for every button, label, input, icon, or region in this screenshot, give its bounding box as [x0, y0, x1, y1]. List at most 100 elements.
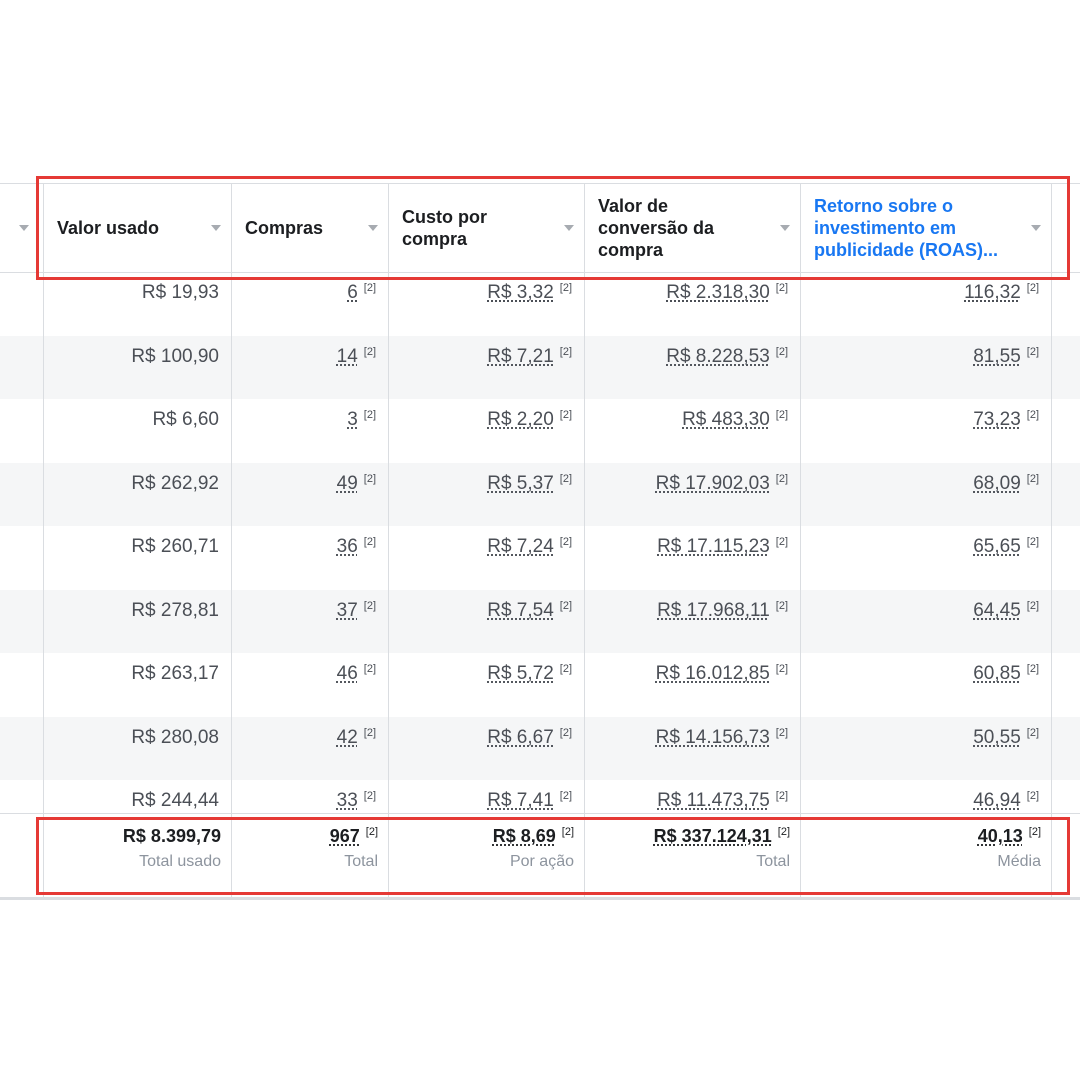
cell-custo-por-compra[interactable]: R$ 2,20 [2]: [389, 399, 585, 463]
cell-valor-de-conversao[interactable]: R$ 16.012,85 [2]: [585, 653, 801, 717]
totals-spacer: [0, 814, 44, 897]
footnote-marker[interactable]: [2]: [1027, 409, 1039, 421]
footnote-marker[interactable]: [2]: [1027, 790, 1039, 802]
sort-caret-icon[interactable]: [211, 225, 221, 231]
cell-roas[interactable]: 68,09 [2]: [801, 462, 1052, 526]
footnote-marker[interactable]: [2]: [776, 282, 788, 294]
footnote-marker[interactable]: [2]: [364, 473, 376, 485]
footnote-marker[interactable]: [2]: [1027, 663, 1039, 675]
footnote-marker[interactable]: [2]: [778, 826, 790, 838]
cell-valor-de-conversao[interactable]: R$ 14.156,73 [2]: [585, 716, 801, 780]
footnote-marker[interactable]: [2]: [364, 790, 376, 802]
table-row[interactable]: R$ 260,71 36 [2] R$ 7,24 [2] R$ 17.115,23 [2] 6…: [0, 526, 1080, 590]
cell-custo-por-compra[interactable]: R$ 5,72 [2]: [389, 653, 585, 717]
footnote-marker[interactable]: [2]: [364, 536, 376, 548]
cell-compras[interactable]: 14 [2]: [232, 335, 389, 399]
footnote-marker[interactable]: [2]: [1029, 826, 1041, 838]
cell-custo-por-compra[interactable]: R$ 6,67 [2]: [389, 716, 585, 780]
cell-valor-usado: R$ 19,93: [44, 272, 232, 336]
footnote-marker[interactable]: [2]: [364, 346, 376, 358]
footnote-marker[interactable]: [2]: [560, 727, 572, 739]
sort-caret-icon[interactable]: [368, 225, 378, 231]
footnote-marker[interactable]: [2]: [776, 790, 788, 802]
footnote-marker[interactable]: [2]: [560, 346, 572, 358]
cell-valor-de-conversao[interactable]: R$ 483,30 [2]: [585, 399, 801, 463]
footnote-marker[interactable]: [2]: [366, 826, 378, 838]
header-valor-usado[interactable]: Valor usado: [44, 184, 232, 272]
footnote-marker[interactable]: [2]: [1027, 473, 1039, 485]
cell-roas[interactable]: 73,23 [2]: [801, 399, 1052, 463]
cell-custo-por-compra[interactable]: R$ 5,37 [2]: [389, 462, 585, 526]
cell-compras[interactable]: 3 [2]: [232, 399, 389, 463]
footnote-marker[interactable]: [2]: [776, 727, 788, 739]
cell-valor-de-conversao[interactable]: R$ 17.968,11 [2]: [585, 589, 801, 653]
sort-caret-icon[interactable]: [780, 225, 790, 231]
table-row[interactable]: R$ 278,81 37 [2] R$ 7,54 [2] R$ 17.968,11 [2] 6…: [0, 589, 1080, 654]
cell-valor-de-conversao[interactable]: R$ 2.318,30 [2]: [585, 272, 801, 336]
cell-roas[interactable]: 60,85 [2]: [801, 653, 1052, 717]
footnote-marker[interactable]: [2]: [364, 663, 376, 675]
header-previous-column[interactable]: [0, 184, 44, 272]
row-trailing-cell: [1052, 590, 1080, 654]
footnote-marker[interactable]: [2]: [560, 409, 572, 421]
header-compras[interactable]: Compras: [232, 184, 389, 272]
footnote-marker[interactable]: [2]: [364, 600, 376, 612]
cell-roas[interactable]: 65,65 [2]: [801, 526, 1052, 590]
footnote-marker[interactable]: [2]: [776, 663, 788, 675]
footnote-marker[interactable]: [2]: [562, 826, 574, 838]
cell-custo-por-compra[interactable]: R$ 7,21 [2]: [389, 335, 585, 399]
cell-custo-por-compra[interactable]: R$ 3,32 [2]: [389, 272, 585, 336]
sort-caret-icon[interactable]: [19, 225, 29, 231]
cell-roas[interactable]: 50,55 [2]: [801, 716, 1052, 780]
footnote-marker[interactable]: [2]: [776, 346, 788, 358]
table-row[interactable]: R$ 263,17 46 [2] R$ 5,72 [2] R$ 16.012,85 [2] 6…: [0, 653, 1080, 717]
footnote-marker[interactable]: [2]: [776, 409, 788, 421]
footnote-marker[interactable]: [2]: [364, 409, 376, 421]
footnote-marker[interactable]: [2]: [560, 790, 572, 802]
footnote-marker[interactable]: [2]: [1027, 727, 1039, 739]
cell-custo-por-compra[interactable]: R$ 7,54 [2]: [389, 589, 585, 653]
table-row[interactable]: R$ 262,92 49 [2] R$ 5,37 [2] R$ 17.902,03 [2] 6…: [0, 462, 1080, 527]
cell-compras[interactable]: 6 [2]: [232, 272, 389, 336]
cell-roas[interactable]: 116,32 [2]: [801, 272, 1052, 336]
row-trailing-cell: [1052, 463, 1080, 527]
footnote-marker[interactable]: [2]: [1027, 536, 1039, 548]
header-valor-de-conversao[interactable]: Valor de conversão da compra: [585, 184, 801, 272]
footnote-marker[interactable]: [2]: [364, 727, 376, 739]
table-row[interactable]: R$ 100,90 14 [2] R$ 7,21 [2] R$ 8.228,53 [2] 81…: [0, 335, 1080, 399]
cell-value: R$ 17.115,23 [2]: [657, 536, 788, 557]
cell-custo-por-compra[interactable]: R$ 7,24 [2]: [389, 526, 585, 590]
footnote-marker[interactable]: [2]: [560, 600, 572, 612]
footnote-marker[interactable]: [2]: [560, 473, 572, 485]
table-row[interactable]: R$ 6,60 3 [2] R$ 2,20 [2] R$ 483,30 [2] 73,23 [2…: [0, 399, 1080, 463]
footnote-marker[interactable]: [2]: [1027, 346, 1039, 358]
header-next-column: [1052, 184, 1080, 272]
cell-valor-de-conversao[interactable]: R$ 8.228,53 [2]: [585, 335, 801, 399]
cell-compras[interactable]: 37 [2]: [232, 589, 389, 653]
header-custo-por-compra[interactable]: Custo por compra: [389, 184, 585, 272]
cell-roas[interactable]: 64,45 [2]: [801, 589, 1052, 653]
header-roas[interactable]: Retorno sobre o investimento em publicid…: [801, 184, 1052, 272]
footnote-marker[interactable]: [2]: [1027, 600, 1039, 612]
cell-compras[interactable]: 46 [2]: [232, 653, 389, 717]
footnote-marker[interactable]: [2]: [560, 663, 572, 675]
cell-compras[interactable]: 36 [2]: [232, 526, 389, 590]
sort-caret-icon[interactable]: [1031, 225, 1041, 231]
footnote-marker[interactable]: [2]: [560, 536, 572, 548]
footnote-marker[interactable]: [2]: [1027, 282, 1039, 294]
footnote-marker[interactable]: [2]: [776, 600, 788, 612]
cell-valor-de-conversao[interactable]: R$ 17.902,03 [2]: [585, 462, 801, 526]
footnote-marker[interactable]: [2]: [776, 536, 788, 548]
cell-compras[interactable]: 42 [2]: [232, 716, 389, 780]
sort-caret-icon[interactable]: [564, 225, 574, 231]
table-row[interactable]: R$ 19,93 6 [2] R$ 3,32 [2] R$ 2.318,30 [2] 116,…: [0, 272, 1080, 336]
cell-valor-de-conversao[interactable]: R$ 17.115,23 [2]: [585, 526, 801, 590]
cell-compras[interactable]: 49 [2]: [232, 462, 389, 526]
row-leading-cell: [0, 653, 44, 717]
footnote-marker[interactable]: [2]: [364, 282, 376, 294]
table-row[interactable]: R$ 280,08 42 [2] R$ 6,67 [2] R$ 14.156,73 [2] 5…: [0, 716, 1080, 780]
footnote-marker[interactable]: [2]: [776, 473, 788, 485]
cell-valor-usado: R$ 260,71: [44, 526, 232, 590]
cell-roas[interactable]: 81,55 [2]: [801, 335, 1052, 399]
footnote-marker[interactable]: [2]: [560, 282, 572, 294]
